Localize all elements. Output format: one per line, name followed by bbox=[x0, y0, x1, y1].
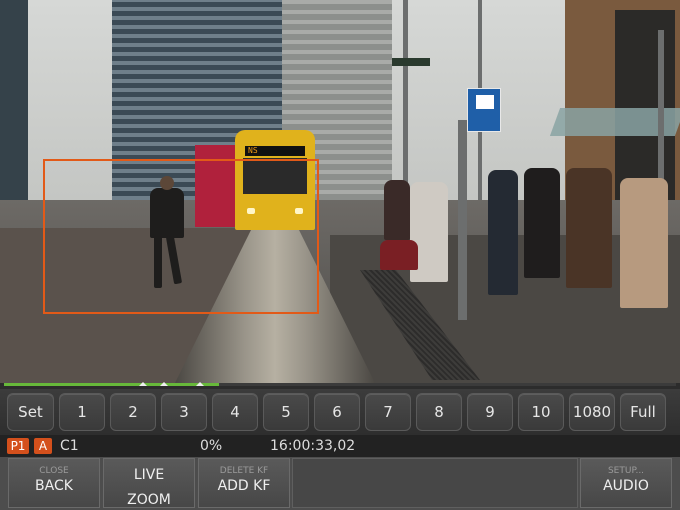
live-zoom-label-line1: LIVE bbox=[133, 467, 165, 483]
back-button-sublabel: CLOSE bbox=[39, 466, 69, 476]
timeline-progress bbox=[4, 383, 219, 386]
a-badge: A bbox=[34, 438, 52, 454]
preset-1080-button[interactable]: 1080 bbox=[569, 393, 615, 431]
timecode: 16:00:33,02 bbox=[270, 438, 356, 454]
pedestrian bbox=[566, 168, 612, 288]
keyframe-marker[interactable] bbox=[196, 382, 204, 386]
p1-badge: P1 bbox=[7, 438, 29, 454]
status-bar: P1 A C1 0% 16:00:33,02 bbox=[0, 435, 680, 457]
pedestrian-beige-coat bbox=[620, 178, 668, 308]
preset-9-button[interactable]: 9 bbox=[467, 393, 513, 431]
keyframe-marker[interactable] bbox=[160, 382, 168, 386]
preset-3-button[interactable]: 3 bbox=[161, 393, 207, 431]
live-zoom-button[interactable]: LIVE ZOOM bbox=[103, 458, 195, 508]
set-preset-button[interactable]: Set bbox=[7, 393, 54, 431]
back-button-label: BACK bbox=[35, 478, 73, 494]
stroller bbox=[380, 240, 418, 270]
preset-10-button[interactable]: 10 bbox=[518, 393, 564, 431]
preset-4-button[interactable]: 4 bbox=[212, 393, 258, 431]
zoom-region-frame[interactable] bbox=[43, 159, 319, 314]
add-keyframe-label: ADD KF bbox=[217, 478, 271, 494]
preset-7-button[interactable]: 7 bbox=[365, 393, 411, 431]
camera-label: C1 bbox=[60, 438, 79, 454]
back-button[interactable]: CLOSE BACK bbox=[8, 458, 100, 508]
pedestrian bbox=[384, 180, 410, 240]
empty-function-slot bbox=[292, 458, 578, 508]
preset-6-button[interactable]: 6 bbox=[314, 393, 360, 431]
preset-1-button[interactable]: 1 bbox=[59, 393, 105, 431]
streetcar-destination-sign: NS bbox=[245, 146, 305, 156]
preset-bar: Set 1 2 3 4 5 6 7 8 9 10 1080 Full bbox=[0, 389, 680, 435]
progress-percent: 0% bbox=[200, 438, 223, 454]
function-bar: CLOSE BACK LIVE ZOOM DELETE KF ADD KF SE… bbox=[0, 457, 680, 510]
live-zoom-label-line2: ZOOM bbox=[127, 492, 171, 508]
sign-pole bbox=[458, 120, 467, 320]
video-preview[interactable]: NS bbox=[0, 0, 680, 383]
audio-button-sublabel: SETUP... bbox=[607, 466, 645, 476]
street-name-sign bbox=[392, 58, 430, 66]
pedestrian bbox=[524, 168, 560, 278]
keyframe-marker[interactable] bbox=[139, 382, 147, 386]
add-keyframe-button[interactable]: DELETE KF ADD KF bbox=[198, 458, 290, 508]
add-keyframe-sublabel: DELETE KF bbox=[219, 466, 269, 476]
preset-8-button[interactable]: 8 bbox=[416, 393, 462, 431]
pedestrian bbox=[488, 170, 518, 295]
audio-button[interactable]: SETUP... AUDIO bbox=[580, 458, 672, 508]
transit-stop-sign bbox=[467, 88, 501, 132]
preset-5-button[interactable]: 5 bbox=[263, 393, 309, 431]
audio-button-label: AUDIO bbox=[603, 478, 649, 494]
preset-full-button[interactable]: Full bbox=[620, 393, 666, 431]
preset-2-button[interactable]: 2 bbox=[110, 393, 156, 431]
left-building bbox=[0, 0, 28, 230]
